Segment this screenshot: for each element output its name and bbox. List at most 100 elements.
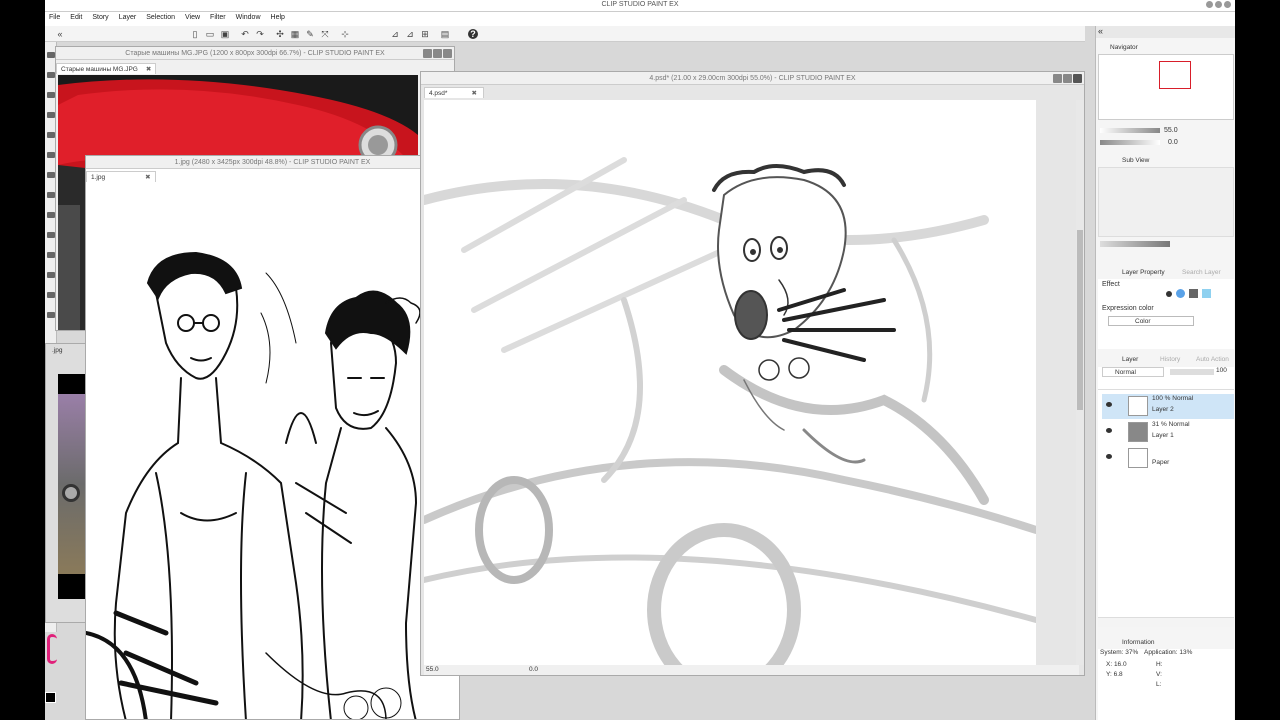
doc-window-controls [423, 49, 452, 58]
tab-history[interactable]: History [1146, 354, 1180, 365]
subview-zoom-slider[interactable] [1100, 241, 1170, 247]
visibility-eye-icon[interactable] [1106, 428, 1112, 433]
navigator-preview[interactable] [1098, 54, 1234, 120]
color-wheel-icon[interactable] [47, 634, 57, 664]
maximize-button[interactable] [1215, 1, 1222, 8]
menu-file[interactable]: File [45, 12, 66, 26]
move-tool-icon[interactable] [47, 72, 55, 78]
special-ruler-icon[interactable]: ⊿ [405, 29, 415, 39]
scroll-thumb[interactable] [1077, 230, 1083, 410]
pencil-tool-icon[interactable] [47, 172, 55, 178]
clear-icon[interactable]: ✣ [275, 29, 285, 39]
transform-icon[interactable]: ✎ [305, 29, 315, 39]
tab-search-layer[interactable]: Search Layer [1168, 267, 1221, 278]
menu-story[interactable]: Story [88, 12, 114, 26]
brush-tool-icon[interactable] [47, 192, 55, 198]
visibility-eye-icon[interactable] [1106, 454, 1112, 459]
open-file-icon[interactable]: ▭ [205, 29, 215, 39]
fill-icon[interactable]: ▦ [290, 29, 300, 39]
tab-one[interactable]: 1.jpg ✖ [86, 171, 156, 182]
collapse-right-icon[interactable]: « [1096, 26, 1235, 38]
doc-close-button[interactable] [443, 49, 452, 58]
ink-sketch-canvas[interactable] [86, 183, 459, 719]
navigator-zoom[interactable]: 55.0 [1164, 127, 1178, 134]
tab-layer[interactable]: Layer [1108, 354, 1138, 365]
fill-tool-icon[interactable] [47, 292, 55, 298]
minimize-button[interactable] [1206, 1, 1213, 8]
tab-subview[interactable]: Sub View [1108, 155, 1149, 166]
navigator-angle[interactable]: 0.0 [1168, 139, 1178, 146]
layer-row[interactable]: 100 % Normal Layer 2 [1102, 394, 1234, 419]
blend-mode-select[interactable]: Normal [1102, 367, 1164, 377]
doc-close-button[interactable] [1073, 74, 1082, 83]
tab-main[interactable]: 4.psd* ✖ [424, 87, 484, 98]
zoom-readout[interactable]: 55.0 [426, 665, 439, 675]
doc-window-main: 4.psd* (21.00 x 29.00cm 300dpi 55.0%) - … [420, 71, 1085, 676]
settings-icon[interactable]: ▤ [440, 29, 450, 39]
layer-row[interactable]: 31 % Normal Layer 1 [1102, 420, 1234, 445]
tab-information[interactable]: Information [1108, 637, 1155, 648]
menu-layer[interactable]: Layer [115, 12, 143, 26]
doc-minimize-button[interactable] [1053, 74, 1062, 83]
layer-opacity-mode: 100 % Normal [1152, 395, 1194, 402]
doc-maximize-button[interactable] [1063, 74, 1072, 83]
visibility-eye-icon[interactable] [1106, 402, 1112, 407]
menu-help[interactable]: Help [267, 12, 291, 26]
doc-minimize-button[interactable] [423, 49, 432, 58]
ruler-snap-icon[interactable]: ⊿ [390, 29, 400, 39]
selection-tool-icon[interactable] [47, 92, 55, 98]
border-effect-icon[interactable] [1166, 291, 1172, 297]
menu-filter[interactable]: Filter [206, 12, 232, 26]
menu-view[interactable]: View [181, 12, 206, 26]
collapse-left-icon[interactable]: « [55, 29, 65, 39]
scale-icon[interactable]: ⤧ [320, 29, 330, 39]
tab-close-icon[interactable]: ✖ [146, 66, 151, 73]
main-color-swatch[interactable] [45, 692, 56, 703]
menu-edit[interactable]: Edit [66, 12, 88, 26]
new-file-icon[interactable]: ▯ [190, 29, 200, 39]
redo-icon[interactable]: ↷ [255, 29, 265, 39]
navigator-view-frame[interactable] [1159, 61, 1191, 89]
opacity-value[interactable]: 100 [1216, 367, 1227, 374]
color-effect-icon[interactable] [1176, 289, 1185, 298]
tab-navigator[interactable]: Navigator [1096, 42, 1138, 53]
gradient-tool-icon[interactable] [47, 312, 55, 318]
close-button[interactable] [1224, 1, 1231, 8]
eraser-tool-icon[interactable] [47, 252, 55, 258]
tab-cars-label: Старые машины MG.JPG [61, 66, 138, 73]
pen-tool-icon[interactable] [47, 152, 55, 158]
doc-maximize-button[interactable] [433, 49, 442, 58]
tab-layer-property[interactable]: Layer Property [1108, 267, 1165, 278]
undo-icon[interactable]: ↶ [240, 29, 250, 39]
window-controls [1206, 1, 1231, 8]
save-icon[interactable]: ▣ [220, 29, 230, 39]
layer-property-panel: Effect Expression color Color [1098, 279, 1234, 349]
tab-close-icon[interactable]: ✖ [471, 90, 476, 97]
tab-cars[interactable]: Старые машины MG.JPG ✖ [56, 63, 157, 74]
subview-area[interactable] [1098, 167, 1234, 237]
layer-row[interactable]: Paper [1102, 446, 1234, 471]
angle-slider[interactable] [1100, 140, 1160, 145]
tab-partial[interactable]: .jpg [48, 346, 66, 357]
tab-auto-action[interactable]: Auto Action [1182, 354, 1229, 365]
eyedropper-tool-icon[interactable] [47, 132, 55, 138]
help-icon[interactable]: ? [468, 29, 478, 39]
main-canvas[interactable] [424, 100, 1036, 665]
airbrush-tool-icon[interactable] [47, 212, 55, 218]
angle-readout[interactable]: 0.0 [529, 665, 538, 675]
zoom-slider[interactable] [1100, 128, 1160, 133]
tone-effect-icon[interactable] [1189, 289, 1198, 298]
menu-window[interactable]: Window [232, 12, 267, 26]
grid-snap-icon[interactable]: ⊞ [420, 29, 430, 39]
zoom-tool-icon[interactable] [47, 52, 55, 58]
tab-close-icon[interactable]: ✖ [145, 174, 150, 181]
vertical-scrollbar[interactable] [1076, 100, 1084, 665]
menu-selection[interactable]: Selection [142, 12, 181, 26]
layer-color-icon[interactable] [1202, 289, 1211, 298]
deselect-icon[interactable]: ⊹ [340, 29, 350, 39]
decoration-tool-icon[interactable] [47, 232, 55, 238]
opacity-slider[interactable] [1170, 369, 1214, 375]
blend-tool-icon[interactable] [47, 272, 55, 278]
lasso-tool-icon[interactable] [47, 112, 55, 118]
expression-color-select[interactable]: Color [1108, 316, 1194, 326]
